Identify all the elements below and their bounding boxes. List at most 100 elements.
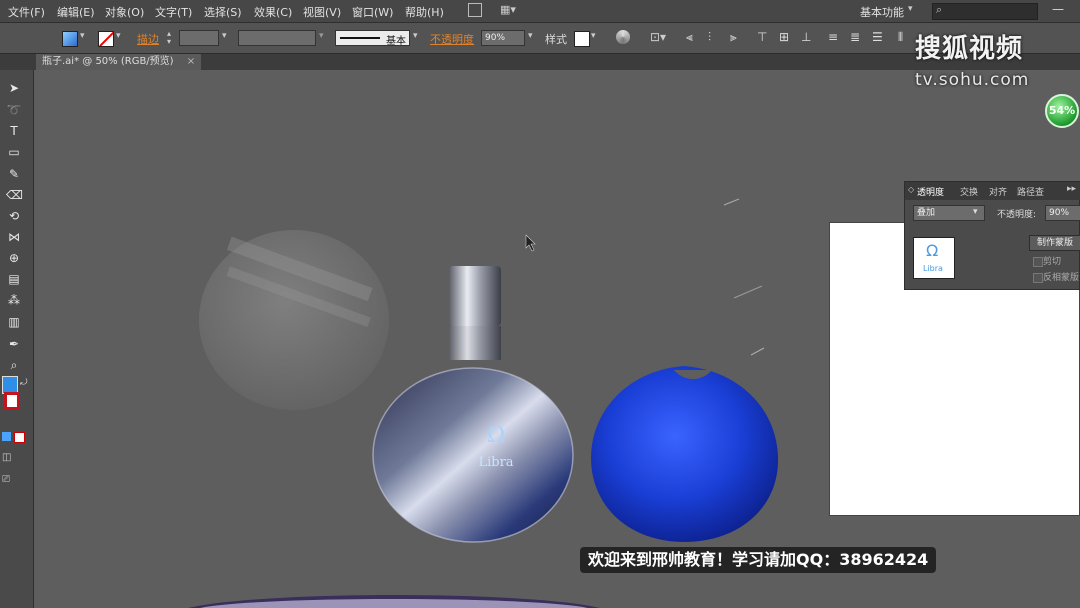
tools-panel: ➤ ➰ T ▭ ✎ ⌫ ⟲ ⋈ ⊕ ▤ ⁂ ▥ ✒ ⌕ ⤾ ◫ ⎚ (0, 70, 34, 608)
brush-definition-field[interactable]: 基本 (335, 30, 410, 47)
thumbnail-logo-icon: Ω (926, 241, 939, 260)
minimize-icon[interactable]: — (1052, 2, 1064, 16)
selection-tool-icon[interactable]: ➤ (6, 80, 22, 96)
graphic-style-swatch[interactable] (574, 31, 590, 47)
panel-menu-icon[interactable]: ▸▸ (1067, 184, 1076, 194)
brush-stroke-preview (340, 37, 380, 39)
speck-2 (733, 285, 763, 299)
stroke-chevron-icon[interactable]: ▾ (116, 31, 121, 41)
shape-builder-tool-icon[interactable]: ⊕ (6, 250, 22, 266)
brush-chevron-icon[interactable]: ▾ (413, 31, 418, 41)
pencil-tool-icon[interactable]: ✎ (6, 166, 22, 182)
fill-chevron-icon[interactable]: ▾ (80, 31, 85, 41)
workspace-switcher[interactable]: 基本功能 (860, 4, 904, 20)
variable-width-chevron-icon[interactable]: ▾ (319, 31, 324, 41)
menu-effect[interactable]: 效果(C) (254, 4, 292, 20)
panel-tab-strip: ◇ 透明度 交换 对齐 路径查 ▸▸ (905, 182, 1080, 200)
opacity-chevron-icon[interactable]: ▾ (528, 31, 533, 41)
stroke-weight-field[interactable] (179, 30, 219, 46)
close-tab-icon[interactable]: × (187, 56, 195, 67)
panel-collapse-icon[interactable]: ◇ (908, 185, 914, 194)
tab-align[interactable]: 对齐 (989, 185, 1007, 198)
blend-mode-chevron-icon[interactable]: ▾ (973, 207, 978, 217)
thumbnail-text: Libra (923, 264, 943, 273)
progress-badge[interactable]: 54% (1045, 94, 1079, 128)
draw-mode-icon[interactable]: ◫ (2, 452, 11, 463)
bridge-icon[interactable] (468, 3, 482, 17)
menu-window[interactable]: 窗口(W) (352, 4, 393, 20)
menu-edit[interactable]: 编辑(E) (57, 4, 95, 20)
workspace-chevron-icon[interactable]: ▾ (908, 4, 913, 14)
menu-select[interactable]: 选择(S) (204, 4, 242, 20)
lasso-tool-icon[interactable]: ➰ (6, 102, 22, 118)
transform-grid-icon[interactable]: ⊡▾ (650, 30, 666, 44)
sohu-url-watermark: tv.sohu.com (915, 70, 1030, 90)
invert-mask-label: 反相蒙版 (1043, 273, 1080, 283)
color-mode-icon[interactable] (2, 432, 11, 441)
column-graph-tool-icon[interactable]: ▥ (6, 314, 22, 330)
search-icon: ⌕ (936, 3, 943, 16)
recolor-artwork-icon[interactable] (616, 30, 630, 44)
eyedropper-tool-icon[interactable]: ✒ (6, 336, 22, 352)
style-label: 样式 (545, 33, 567, 46)
gradient-tool-icon[interactable]: ▤ (6, 271, 22, 287)
clip-checkbox[interactable] (1033, 257, 1043, 267)
stroke-weight-chevron-icon[interactable]: ▾ (222, 31, 227, 41)
stroke-weight-stepper[interactable]: ▴ ▾ (167, 30, 177, 46)
stroke-label[interactable]: 描边 (137, 31, 159, 47)
graphic-style-chevron-icon[interactable]: ▾ (591, 31, 596, 41)
eraser-tool-icon[interactable]: ⌫ (6, 187, 23, 203)
speck-1 (723, 198, 740, 206)
none-slash-icon (99, 32, 113, 46)
search-input[interactable]: ⌕ (932, 3, 1038, 20)
panel-opacity-field[interactable]: 90% (1045, 205, 1080, 221)
symbol-sprayer-tool-icon[interactable]: ⁂ (6, 292, 22, 308)
document-tab[interactable]: 瓶子.ai* @ 50% (RGB/预览) × (36, 54, 202, 70)
variable-width-field[interactable] (238, 30, 316, 46)
tab-swap[interactable]: 交换 (960, 185, 978, 198)
stroke-none-swatch[interactable] (98, 31, 114, 47)
align-center-h-icon[interactable]: ⫶ (708, 30, 711, 45)
opacity-label[interactable]: 不透明度 (430, 31, 474, 47)
invert-mask-checkbox[interactable] (1033, 273, 1043, 283)
arrange-documents-icon[interactable]: ▦▾ (500, 3, 522, 17)
mouse-cursor-icon (525, 234, 536, 252)
menu-type[interactable]: 文字(T) (155, 4, 192, 20)
menu-object[interactable]: 对象(O) (105, 4, 144, 20)
tab-transparency[interactable]: 透明度 (917, 185, 944, 198)
screen-mode-icon[interactable]: ⎚ (2, 474, 10, 485)
rotate-tool-icon[interactable]: ⟲ (6, 208, 22, 224)
rectangle-tool-icon[interactable]: ▭ (6, 144, 22, 160)
menu-help[interactable]: 帮助(H) (405, 4, 444, 20)
align-center-v-icon[interactable]: ⊞ (779, 30, 789, 44)
stroke-color-box[interactable] (4, 392, 20, 410)
bottle-cap-top (449, 266, 501, 326)
make-mask-button[interactable]: 制作蒙版 (1029, 235, 1080, 251)
swap-colors-icon[interactable]: ⤾ (20, 378, 28, 388)
distribute-center-icon[interactable]: ≣ (850, 30, 860, 44)
distribute-top-icon[interactable]: ≡ (828, 30, 838, 44)
align-bottom-icon[interactable]: ⊥ (801, 30, 811, 44)
align-right-icon[interactable]: ⫸ (730, 30, 737, 45)
width-tool-icon[interactable]: ⋈ (6, 229, 22, 245)
align-left-icon[interactable]: ⫷ (686, 30, 693, 45)
blue-sphere-shape (591, 366, 779, 542)
bottle-cap-bottom (449, 326, 501, 360)
distribute-left-icon[interactable]: ⫴ (898, 30, 903, 45)
menu-view[interactable]: 视图(V) (303, 4, 341, 20)
opacity-field[interactable]: 90% (481, 30, 525, 46)
mask-thumbnail[interactable]: Ω Libra (913, 237, 955, 279)
bottle-body-shape (373, 368, 573, 542)
zoom-tool-icon[interactable]: ⌕ (6, 357, 22, 373)
sohu-watermark: 搜狐视频 (915, 34, 1024, 64)
menu-bar: 文件(F) 编辑(E) 对象(O) 文字(T) 选择(S) 效果(C) 视图(V… (0, 0, 1080, 23)
menu-file[interactable]: 文件(F) (8, 4, 45, 20)
align-top-icon[interactable]: ⊤ (757, 30, 767, 44)
type-tool-icon[interactable]: T (6, 123, 22, 139)
tab-pathfinder[interactable]: 路径查 (1017, 185, 1044, 198)
speck-3 (750, 347, 765, 356)
fill-swatch[interactable] (62, 31, 78, 47)
distribute-bottom-icon[interactable]: ☰ (872, 30, 883, 44)
none-mode-icon[interactable] (14, 432, 25, 443)
panel-opacity-label: 不透明度: (997, 210, 1037, 220)
